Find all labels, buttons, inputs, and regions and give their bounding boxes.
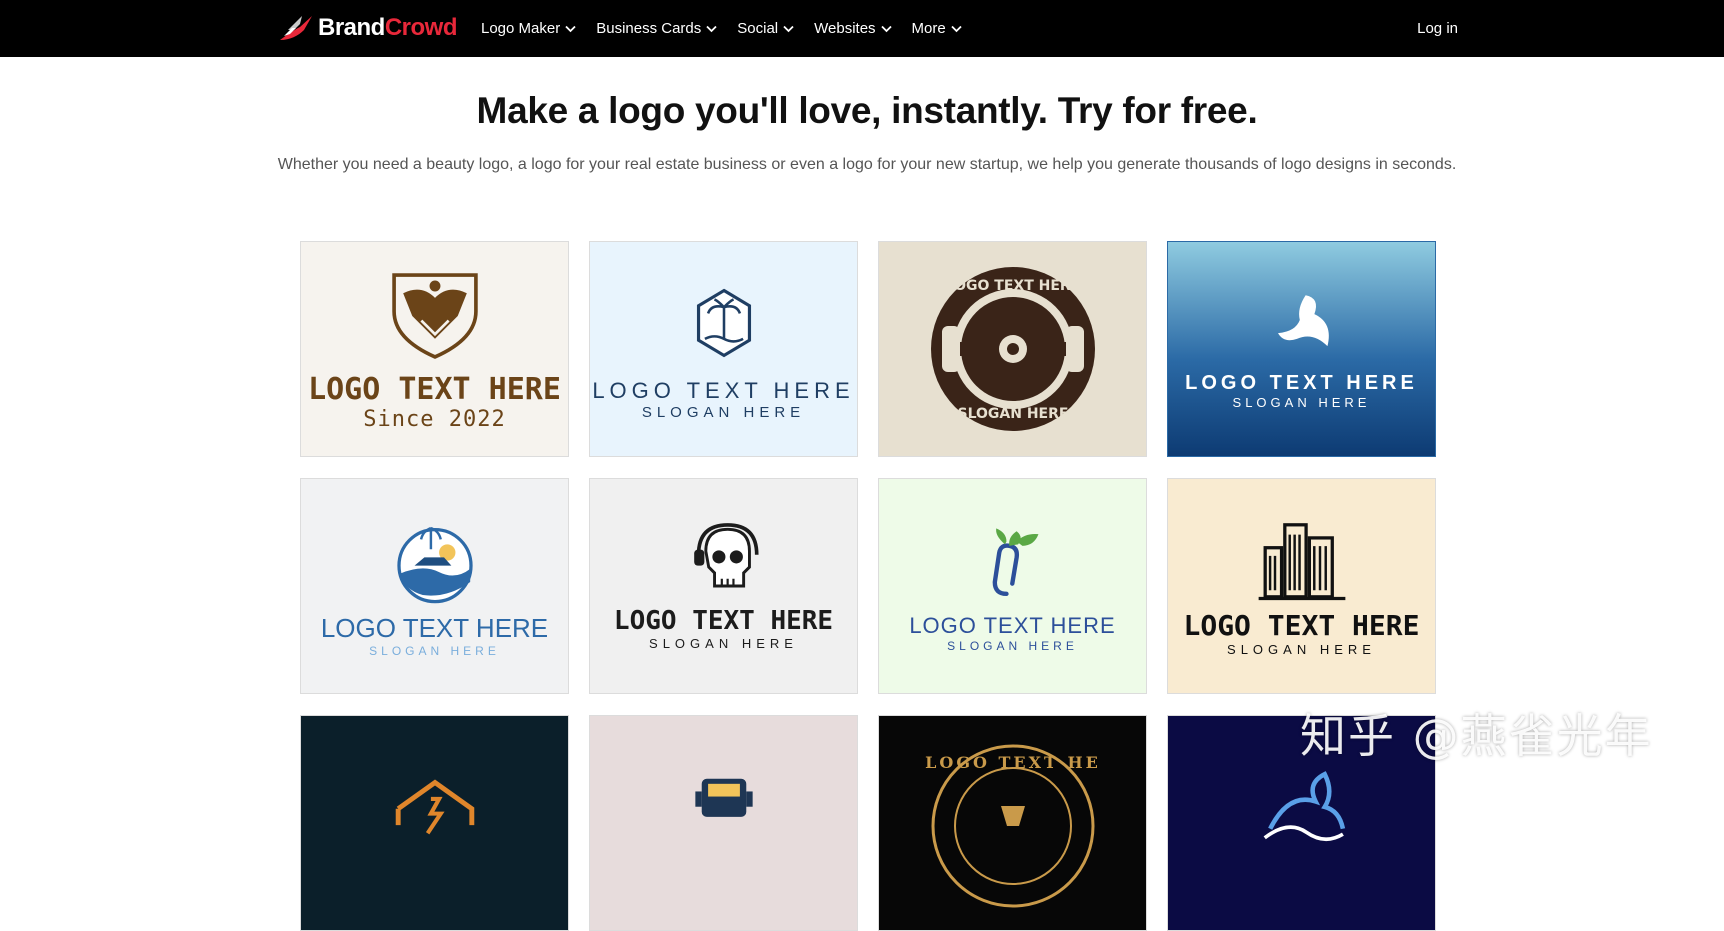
logo-card[interactable]: LOGO TEXT HERE SLOGAN HERE <box>878 478 1147 694</box>
nav-more-label: More <box>911 20 946 37</box>
chevron-down-icon <box>783 25 794 32</box>
chevron-down-icon <box>565 25 576 32</box>
chevron-down-icon <box>880 25 892 32</box>
logo-tagline: SLOGAN HERE <box>649 635 798 651</box>
skull-headphones-icon <box>693 522 759 587</box>
seal-ring-top-text: LOGO TEXT HE <box>925 753 1101 772</box>
barbell-seal-icon: LOGO TEXT HERE SLOGAN HERE <box>930 267 1095 431</box>
logo-name: LOGO TEXT HERE <box>613 605 834 636</box>
logo-name: LOGO TEXT HERE <box>1185 372 1418 394</box>
logo-tagline: SLOGAN HERE <box>1227 642 1376 657</box>
yacht-wave-icon <box>396 526 473 604</box>
nav-social[interactable]: Social <box>737 20 794 37</box>
logo-name: LOGO TEXT HERE <box>320 613 549 643</box>
wave-figure-icon <box>1263 771 1345 841</box>
logo-tagline: SLOGAN HERE <box>369 644 500 658</box>
city-buildings-icon <box>1258 523 1345 601</box>
logo-tagline: Since 2022 <box>363 407 506 432</box>
logo-card[interactable] <box>300 715 569 931</box>
paperclip-leaf-icon <box>992 528 1038 596</box>
logo-tagline: SLOGAN HERE <box>641 403 806 421</box>
logo-card[interactable]: LOGO TEXT HERE SLOGAN HERE <box>1167 241 1436 457</box>
nav-social-label: Social <box>737 20 779 37</box>
logo-name: LOGO TEXT HERE <box>1183 609 1420 642</box>
logo-card[interactable]: LOGO TEXT HERE SLOGAN HERE <box>1167 478 1436 694</box>
gold-seal-icon: LOGO TEXT HE <box>925 744 1101 908</box>
eagle-shield-icon <box>391 273 478 359</box>
logo-template-grid: LOGO TEXT HERE Since 2022 LOGO TEXT HERE… <box>300 241 1436 931</box>
watermark-text: 知乎 @燕雀光年 <box>1300 709 1653 763</box>
page-title: Make a logo you'll love, instantly. Try … <box>476 90 1258 131</box>
nav-logo-maker-label: Logo Maker <box>481 20 561 37</box>
palm-badge-icon <box>696 288 751 357</box>
top-navigation-bar: BrandCrowd Logo Maker Business Cards Soc… <box>0 0 1724 57</box>
main-nav: Logo Maker Business Cards Social Website… <box>481 0 982 57</box>
nav-websites-label: Websites <box>814 20 876 37</box>
chevron-down-icon <box>706 25 717 32</box>
brandcrowd-logo[interactable]: BrandCrowd <box>278 10 458 46</box>
brand-name-part-2: Crowd <box>384 14 458 41</box>
house-outline-icon <box>395 779 474 835</box>
seal-ring-bottom-text: SLOGAN HERE <box>957 406 1068 422</box>
logo-name: LOGO TEXT HERE <box>592 377 855 403</box>
logo-card[interactable] <box>589 715 858 931</box>
truck-icon <box>694 778 753 817</box>
nav-websites[interactable]: Websites <box>814 20 892 37</box>
nav-business-cards-label: Business Cards <box>596 20 702 37</box>
nav-more[interactable]: More <box>912 20 962 37</box>
page-subtitle: Whether you need a beauty logo, a logo f… <box>277 156 1457 173</box>
seal-ring-top-text: LOGO TEXT HERE <box>945 278 1080 294</box>
logo-card[interactable]: LOGO TEXT HERE Since 2022 <box>300 241 569 457</box>
bird-logo-icon <box>280 16 312 40</box>
nav-business-cards[interactable]: Business Cards <box>596 20 717 37</box>
logo-name: LOGO TEXT HERE <box>308 372 561 407</box>
logo-card[interactable]: LOGO TEXT HERE SLOGAN HERE <box>589 241 858 457</box>
logo-card[interactable]: LOGO TEXT HERE SLOGAN HERE <box>589 478 858 694</box>
logo-tagline: SLOGAN HERE <box>947 639 1078 653</box>
logo-tagline: SLOGAN HERE <box>1232 395 1371 410</box>
nav-logo-maker[interactable]: Logo Maker <box>481 20 576 37</box>
logo-name: LOGO TEXT HERE <box>909 613 1116 638</box>
logo-card[interactable]: LOGO TEXT HERE SLOGAN HERE <box>300 478 569 694</box>
brand-name: BrandCrowd <box>318 14 458 42</box>
brand-name-part-1: Brand <box>318 14 385 41</box>
bird-icon <box>1277 295 1329 347</box>
logo-card[interactable]: LOGO TEXT HE <box>878 715 1147 931</box>
login-link[interactable]: Log in <box>1417 0 1458 57</box>
logo-card[interactable]: LOGO TEXT HERE SLOGAN HERE <box>878 241 1147 457</box>
chevron-down-icon <box>951 25 962 32</box>
